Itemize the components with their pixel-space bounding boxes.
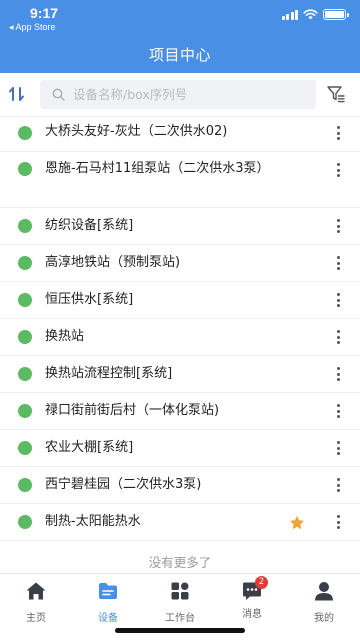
device-name: 禄口街前街后村（一体化泵站): [45, 403, 220, 418]
home-icon: [26, 582, 46, 600]
device-name: 农业大棚[系统]: [45, 440, 134, 455]
search-box[interactable]: [40, 80, 316, 109]
tab-workbench[interactable]: 工作台: [144, 580, 216, 624]
tab-label: 设备: [98, 613, 118, 624]
status-time: 9:17: [30, 5, 59, 21]
device-name: 大桥头友好-灰灶（二次供水02): [45, 124, 228, 139]
list-item[interactable]: 高淳地铁站（预制泵站): [0, 245, 360, 282]
online-status-dot: [18, 330, 32, 344]
device-name: 高淳地铁站（预制泵站): [45, 255, 181, 270]
tab-label: 消息: [242, 609, 262, 620]
more-options-icon[interactable]: [330, 160, 346, 180]
tab-devices[interactable]: 设备: [72, 580, 144, 624]
device-list: 大桥头友好-灰灶（二次供水02) 恩施-石马村11组泵站（二次供水3泵） 纺织设…: [0, 117, 360, 541]
online-status-dot: [18, 126, 32, 140]
favorite-star-icon[interactable]: [289, 515, 305, 531]
more-options-icon[interactable]: [330, 401, 346, 421]
battery-icon: [323, 9, 349, 20]
device-name: 恩施-石马村11组泵站（二次供水3泵）: [45, 161, 270, 176]
home-indicator: [115, 628, 245, 633]
cellular-signal-icon: [281, 9, 298, 20]
list-item[interactable]: 换热站流程控制[系统]: [0, 356, 360, 393]
more-options-icon[interactable]: [330, 438, 346, 458]
search-input[interactable]: [73, 87, 303, 102]
online-status-dot: [18, 515, 32, 529]
list-item[interactable]: 制热-太阳能热水: [0, 504, 360, 541]
message-icon-wrapper: 2: [241, 576, 268, 602]
online-status-dot: [18, 441, 32, 455]
device-name: 换热站流程控制[系统]: [45, 366, 173, 381]
more-options-icon[interactable]: [330, 123, 346, 143]
device-name: 制热-太阳能热水: [45, 514, 141, 529]
more-options-icon[interactable]: [330, 512, 346, 532]
tab-home[interactable]: 主页: [0, 580, 72, 624]
more-options-icon[interactable]: [330, 290, 346, 310]
list-item[interactable]: 西宁碧桂园（二次供水3泵): [0, 467, 360, 504]
list-item[interactable]: 大桥头友好-灰灶（二次供水02): [0, 117, 360, 152]
online-status-dot: [18, 478, 32, 492]
status-icons: [281, 9, 349, 20]
online-status-dot: [18, 293, 32, 307]
search-icon: [52, 88, 65, 101]
status-bar: 9:17 ◂ App Store: [0, 0, 360, 36]
more-options-icon[interactable]: [330, 327, 346, 347]
user-icon: [315, 582, 333, 601]
list-item[interactable]: 恒压供水[系统]: [0, 282, 360, 319]
back-to-app-store-link[interactable]: ◂ App Store: [9, 22, 56, 33]
online-status-dot: [18, 367, 32, 381]
online-status-dot: [18, 162, 32, 176]
online-status-dot: [18, 219, 32, 233]
device-name: 换热站: [45, 329, 85, 344]
list-item[interactable]: 禄口街前街后村（一体化泵站): [0, 393, 360, 430]
no-more-text: 没有更多了: [148, 555, 212, 570]
device-name: 纺织设备[系统]: [45, 218, 134, 233]
tab-label: 我的: [314, 613, 334, 624]
wifi-icon: [303, 9, 318, 20]
list-item[interactable]: 恩施-石马村11组泵站（二次供水3泵）: [0, 152, 360, 208]
workbench-grid-icon: [171, 582, 189, 600]
tab-label: 主页: [26, 613, 46, 624]
device-name: 恒压供水[系统]: [45, 292, 134, 307]
app-header: 9:17 ◂ App Store 项目中心: [0, 0, 360, 73]
unread-badge: 2: [255, 576, 268, 589]
device-folder-icon: [99, 583, 117, 599]
tab-profile[interactable]: 我的: [288, 580, 360, 624]
online-status-dot: [18, 256, 32, 270]
tab-label: 工作台: [165, 613, 195, 624]
filter-icon[interactable]: [326, 84, 346, 104]
more-options-icon[interactable]: [330, 253, 346, 273]
list-item[interactable]: 农业大棚[系统]: [0, 430, 360, 467]
tab-messages[interactable]: 2 消息: [216, 576, 288, 620]
list-item[interactable]: 纺织设备[系统]: [0, 208, 360, 245]
more-options-icon[interactable]: [330, 475, 346, 495]
sort-icon[interactable]: [6, 83, 28, 105]
online-status-dot: [18, 404, 32, 418]
search-toolbar: [0, 73, 360, 117]
list-item[interactable]: 换热站: [0, 319, 360, 356]
more-options-icon[interactable]: [330, 364, 346, 384]
page-title: 项目中心: [148, 46, 211, 64]
more-options-icon[interactable]: [330, 216, 346, 236]
device-name: 西宁碧桂园（二次供水3泵): [45, 477, 202, 492]
